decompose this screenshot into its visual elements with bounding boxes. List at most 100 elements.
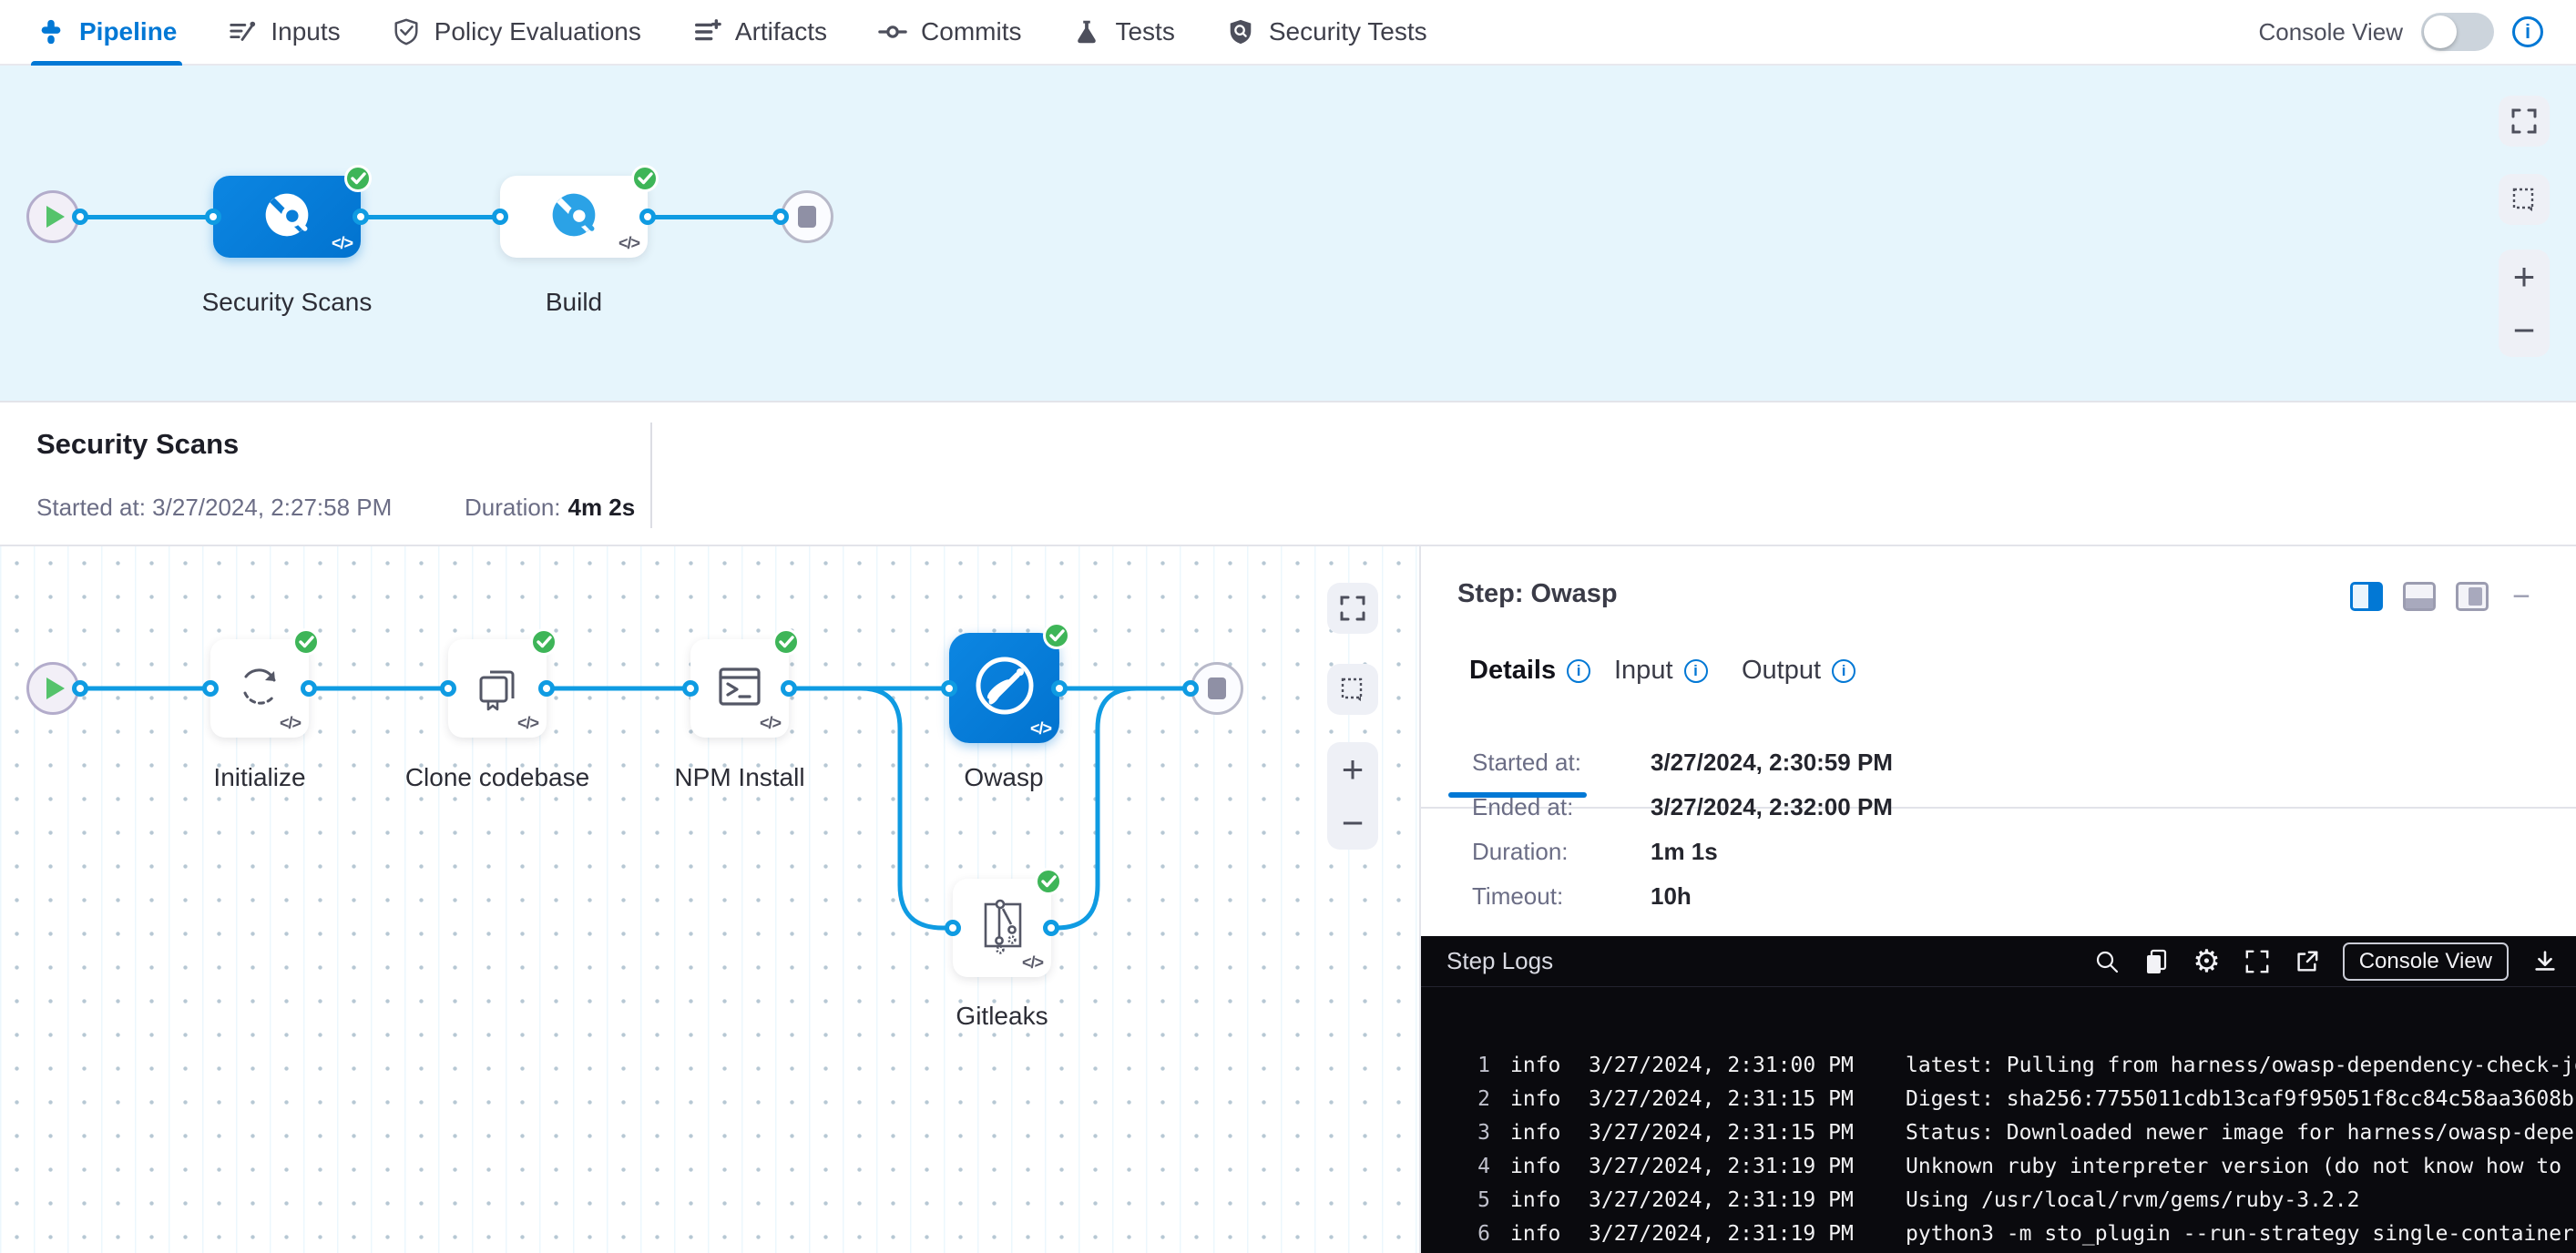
- stage-node-build[interactable]: </>: [500, 176, 648, 258]
- detail-row: Ended at: 3/27/2024, 2:32:00 PM: [1472, 793, 2576, 821]
- info-icon[interactable]: i: [2512, 16, 2543, 47]
- marquee-select-button[interactable]: [2499, 174, 2550, 225]
- gitleaks-icon: [975, 897, 1029, 960]
- tab-output[interactable]: Output i: [1742, 656, 1855, 686]
- shield-check-icon: [392, 17, 421, 46]
- panel-layout-controls: −: [2350, 581, 2530, 612]
- detail-row: Duration: 1m 1s: [1472, 838, 2576, 866]
- tab-commits[interactable]: Commits: [878, 0, 1021, 65]
- step-graph-canvas[interactable]: </> </>: [0, 546, 1419, 1253]
- log-message: Status: Downloaded newer image for harne…: [1904, 1116, 2576, 1150]
- expand-logs-icon[interactable]: [2244, 949, 2270, 974]
- connector-handle[interactable]: [538, 680, 555, 697]
- detail-label: Duration:: [1472, 838, 1651, 866]
- log-message: latest: Pulling from harness/owasp-depen…: [1904, 1049, 2576, 1083]
- connector-handle[interactable]: [492, 209, 508, 225]
- log-row: 2 info 3/27/2024, 2:31:15 PM Digest: sha…: [1463, 1083, 2576, 1116]
- layout-float-icon[interactable]: [2456, 582, 2489, 611]
- info-icon[interactable]: i: [1567, 659, 1590, 683]
- console-view-button[interactable]: Console View: [2343, 942, 2509, 981]
- connector-handle[interactable]: [205, 209, 221, 225]
- connector-handle[interactable]: [301, 680, 317, 697]
- connector-handle[interactable]: [682, 680, 699, 697]
- console-view-toggle[interactable]: [2421, 13, 2494, 51]
- play-icon: [46, 206, 65, 228]
- settings-gear-icon[interactable]: ⚙: [2193, 946, 2220, 977]
- log-level: info: [1510, 1049, 1569, 1083]
- commit-icon: [878, 17, 907, 46]
- tab-label: Policy Evaluations: [434, 17, 641, 46]
- step-logs-header: Step Logs ⚙: [1421, 936, 2576, 987]
- log-timestamp: 3/27/2024, 2:31:15 PM: [1589, 1116, 1884, 1150]
- success-check-icon: [772, 628, 800, 656]
- code-badge: </>: [1030, 719, 1051, 739]
- connector-handle[interactable]: [941, 680, 957, 697]
- detail-value: 3/27/2024, 2:30:59 PM: [1651, 749, 1893, 777]
- fullscreen-button[interactable]: [2499, 96, 2550, 147]
- log-timestamp: 3/27/2024, 2:31:00 PM: [1589, 1049, 1884, 1083]
- step-node-npm-install[interactable]: </>: [690, 639, 789, 738]
- connector-handle[interactable]: [202, 680, 219, 697]
- layout-bottom-icon[interactable]: [2403, 582, 2436, 611]
- connector-handle[interactable]: [772, 209, 789, 225]
- info-icon[interactable]: i: [1832, 659, 1855, 683]
- tab-input[interactable]: Input i: [1614, 656, 1708, 686]
- log-lines[interactable]: 1 info 3/27/2024, 2:31:00 PM latest: Pul…: [1421, 987, 2576, 1251]
- step-node-owasp[interactable]: </>: [949, 633, 1059, 743]
- step-node-clone-codebase[interactable]: </>: [448, 639, 547, 738]
- tab-policy-evaluations[interactable]: Policy Evaluations: [392, 0, 641, 65]
- connector-handle[interactable]: [781, 680, 797, 697]
- log-line-number: 2: [1463, 1083, 1490, 1116]
- tab-inputs[interactable]: Inputs: [228, 0, 340, 65]
- connector-handle[interactable]: [1043, 920, 1059, 936]
- log-timestamp: 3/27/2024, 2:31:19 PM: [1589, 1184, 1884, 1217]
- copy-icon[interactable]: [2143, 948, 2169, 975]
- open-in-new-icon[interactable]: [2294, 949, 2319, 974]
- step-node-gitleaks[interactable]: </>: [953, 879, 1051, 977]
- stage-label[interactable]: Build: [546, 288, 602, 317]
- inputs-icon: [228, 17, 257, 46]
- log-timestamp: 3/27/2024, 2:31:19 PM: [1589, 1217, 1884, 1251]
- connector-handle[interactable]: [1182, 680, 1199, 697]
- log-line-number: 4: [1463, 1150, 1490, 1184]
- log-row: 5 info 3/27/2024, 2:31:19 PM Using /usr/…: [1463, 1184, 2576, 1217]
- step-details-list: Started at: 3/27/2024, 2:30:59 PM Ended …: [1421, 707, 2576, 927]
- stage-graph-canvas[interactable]: </> </> Security Scans Build: [0, 66, 2576, 401]
- tab-security-tests[interactable]: Security Tests: [1226, 0, 1427, 65]
- tab-details[interactable]: Details i: [1469, 656, 1590, 686]
- tab-label: Artifacts: [735, 17, 827, 46]
- nav-right-controls: Console View i: [2258, 13, 2543, 51]
- stage-started-at: Started at: 3/27/2024, 2:27:58 PM: [36, 494, 392, 522]
- layout-split-right-icon[interactable]: [2350, 582, 2383, 611]
- stage-label[interactable]: Security Scans: [202, 288, 373, 317]
- tab-label: Tests: [1115, 17, 1174, 46]
- tab-pipeline[interactable]: Pipeline: [36, 0, 177, 65]
- connector-handle[interactable]: [945, 920, 961, 936]
- search-icon[interactable]: [2094, 949, 2120, 974]
- connector-handle[interactable]: [1051, 680, 1068, 697]
- success-check-icon: [530, 628, 557, 656]
- download-logs-icon[interactable]: [2532, 949, 2558, 974]
- connector-handle[interactable]: [353, 209, 369, 225]
- tab-label: Inputs: [271, 17, 340, 46]
- tab-tests[interactable]: Tests: [1072, 0, 1174, 65]
- zoom-in-button[interactable]: +: [2513, 258, 2536, 296]
- connector-handle[interactable]: [440, 680, 456, 697]
- tab-label: Commits: [921, 17, 1021, 46]
- step-panel-tabs: Details i Input i Output i: [1421, 648, 2576, 707]
- connector-handle[interactable]: [72, 680, 88, 697]
- divider: [650, 423, 652, 528]
- stage-node-security-scans[interactable]: </>: [213, 176, 361, 258]
- log-level: info: [1510, 1217, 1569, 1251]
- log-row: 4 info 3/27/2024, 2:31:19 PM Unknown rub…: [1463, 1150, 2576, 1184]
- step-node-initialize[interactable]: </>: [210, 639, 309, 738]
- connector-handle[interactable]: [639, 209, 656, 225]
- log-level: info: [1510, 1184, 1569, 1217]
- info-icon[interactable]: i: [1684, 659, 1708, 683]
- minimize-panel-icon[interactable]: −: [2512, 581, 2530, 612]
- code-badge: </>: [517, 714, 538, 733]
- tab-artifacts[interactable]: Artifacts: [692, 0, 827, 65]
- connector-handle[interactable]: [72, 209, 88, 225]
- zoom-out-button[interactable]: −: [2513, 311, 2536, 350]
- log-row: 1 info 3/27/2024, 2:31:00 PM latest: Pul…: [1463, 1049, 2576, 1083]
